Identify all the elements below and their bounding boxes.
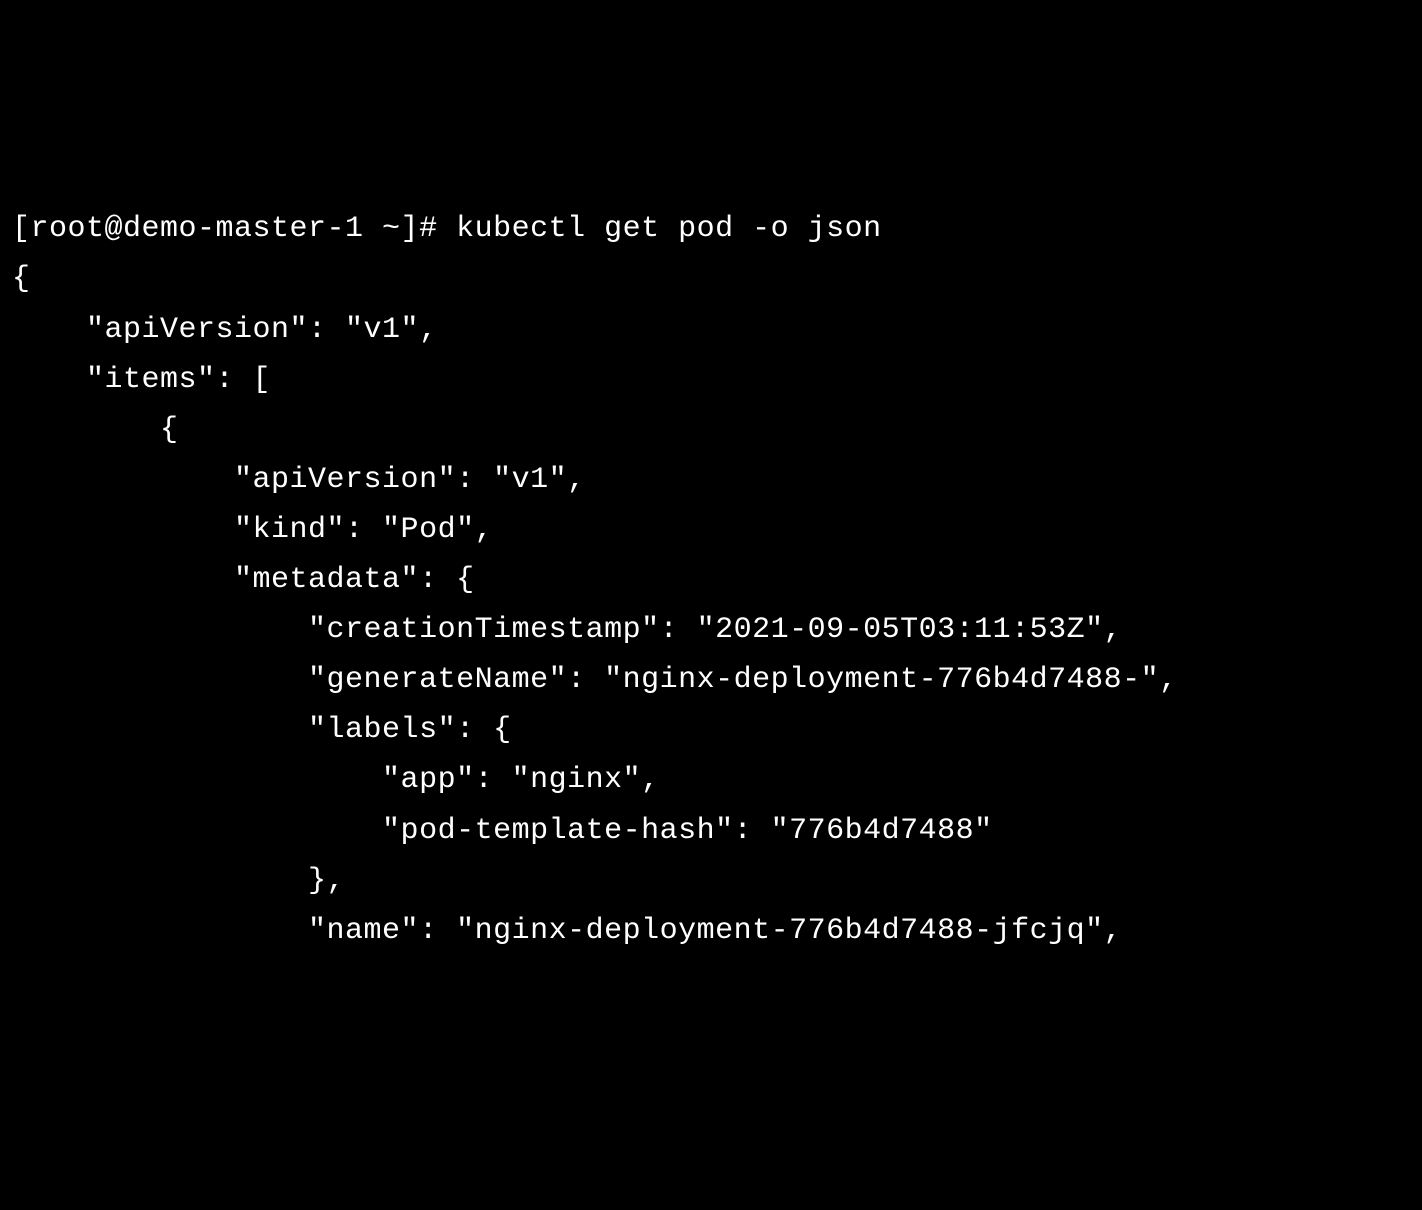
output-line: { [12,254,1410,304]
shell-prompt: [root@demo-master-1 ~]# [12,212,456,246]
output-line: "labels": { [12,705,1410,755]
output-line: "kind": "Pod", [12,505,1410,555]
output-line: { [12,405,1410,455]
output-line: }, [12,856,1410,906]
output-line: "generateName": "nginx-deployment-776b4d… [12,655,1410,705]
command-line[interactable]: [root@demo-master-1 ~]# kubectl get pod … [12,204,1410,254]
output-line: "pod-template-hash": "776b4d7488" [12,806,1410,856]
output-line: "creationTimestamp": "2021-09-05T03:11:5… [12,605,1410,655]
output-line: "apiVersion": "v1", [12,455,1410,505]
shell-command: kubectl get pod -o json [456,212,882,246]
output-line: "name": "nginx-deployment-776b4d7488-jfc… [12,906,1410,956]
output-line: "metadata": { [12,555,1410,605]
output-line: "items": [ [12,355,1410,405]
output-line: "app": "nginx", [12,755,1410,805]
output-line: "apiVersion": "v1", [12,305,1410,355]
